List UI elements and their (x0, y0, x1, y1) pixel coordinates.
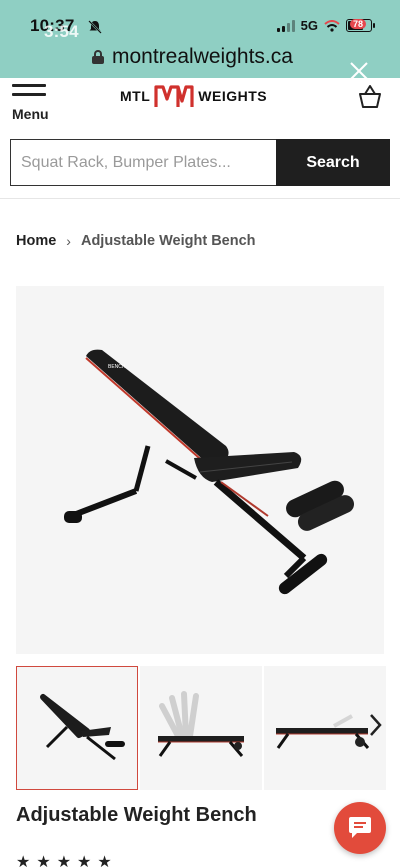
svg-text:BENCH: BENCH (108, 364, 126, 370)
bell-slash-icon (88, 20, 102, 34)
logo-text-right: WEIGHTS (198, 88, 268, 104)
breadcrumb-home-link[interactable]: Home (16, 233, 56, 249)
search-input[interactable] (10, 139, 276, 186)
logo-text-left: MTL (120, 88, 151, 104)
menu-label: Menu (12, 106, 49, 122)
product-main-image[interactable]: BENCH (16, 286, 384, 654)
status-time-overlay: 3:54 (44, 22, 79, 41)
breadcrumb-separator: › (66, 233, 71, 249)
chat-button[interactable] (334, 802, 386, 854)
rating-stars: ★★★★★ (16, 854, 118, 867)
network-label: 5G (300, 18, 318, 33)
chevron-right-icon[interactable] (366, 712, 384, 738)
url-text[interactable]: montrealweights.ca (112, 45, 293, 69)
breadcrumb: Home › Adjustable Weight Bench (16, 233, 256, 249)
site-logo[interactable]: MTL WEIGHTS (120, 81, 267, 111)
search-button[interactable]: Search (276, 139, 390, 186)
logo-mark-icon (154, 85, 194, 107)
bench-image: BENCH (64, 349, 355, 595)
thumbnail-item[interactable] (140, 666, 262, 790)
lock-icon (92, 50, 104, 64)
battery-badge: 78 (350, 19, 367, 29)
wifi-icon (324, 19, 340, 32)
thumbnail-strip (0, 666, 400, 790)
thumbnail-bench-angles (158, 691, 244, 757)
browser-chrome: 10:37 3:54 5G 78 montrealweights.ca (0, 0, 400, 78)
header-divider (0, 198, 400, 199)
site-header: Menu MTL WEIGHTS (0, 78, 400, 130)
menu-button[interactable]: Menu (12, 80, 60, 124)
cart-icon[interactable] (356, 82, 384, 110)
battery-icon: 78 (346, 19, 375, 32)
hamburger-icon (12, 84, 46, 102)
thumbnail-bench-incline (40, 694, 125, 761)
signal-icon (276, 19, 295, 32)
product-title: Adjustable Weight Bench (16, 804, 257, 826)
breadcrumb-current: Adjustable Weight Bench (80, 233, 256, 249)
thumbnail-item[interactable] (16, 666, 138, 790)
status-indicators: 5G 78 (276, 18, 375, 33)
chat-icon (349, 817, 371, 838)
close-icon[interactable] (348, 60, 370, 82)
search-bar: Search (10, 139, 390, 186)
address-bar[interactable]: montrealweights.ca (92, 44, 293, 70)
status-time: 10:37 3:54 (30, 16, 79, 41)
